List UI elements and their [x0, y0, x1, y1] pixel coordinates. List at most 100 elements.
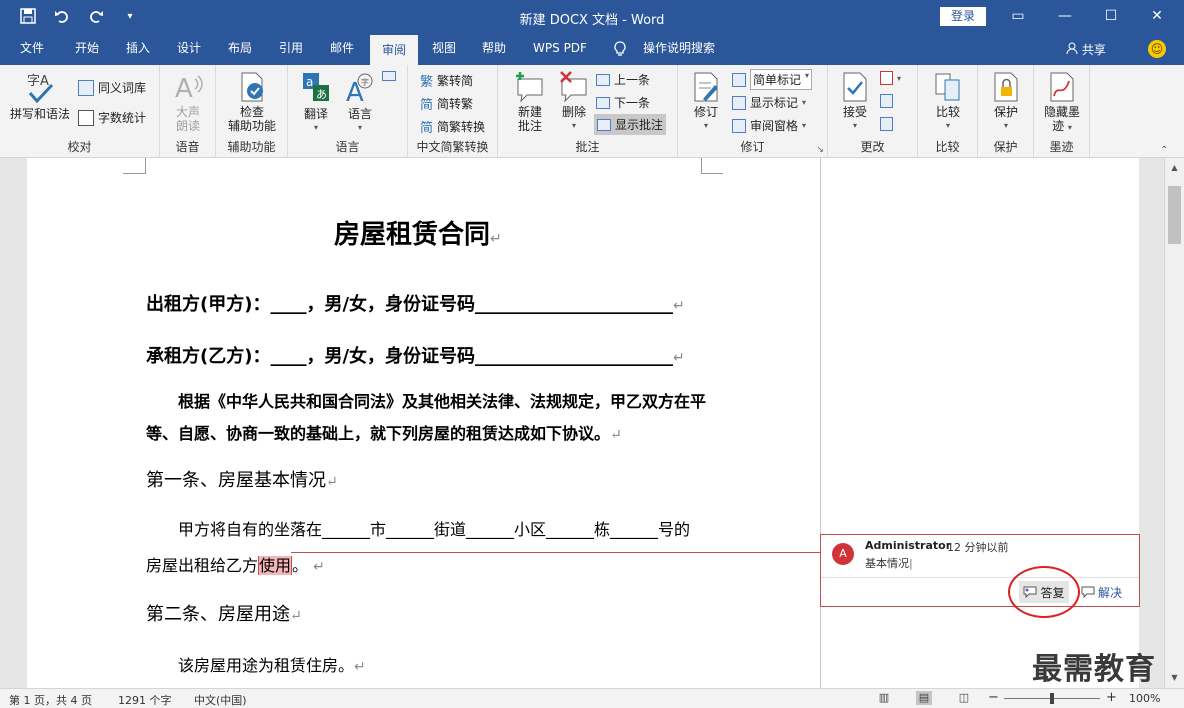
new-comment-button[interactable]: 新建 批注 [508, 71, 552, 133]
tab-view[interactable]: 视图 [420, 33, 468, 65]
tab-wps-pdf[interactable]: WPS PDF [526, 33, 594, 65]
spelling-label: 拼写和语法 [9, 107, 70, 121]
scroll-down-arrow-icon[interactable]: ▼ [1165, 670, 1184, 686]
close-icon[interactable]: ✕ [1147, 6, 1167, 26]
zoom-out-button[interactable]: − [988, 690, 999, 705]
zoom-slider-knob[interactable] [1050, 693, 1054, 704]
document-page[interactable]: 房屋租赁合同↵ 出租方(甲方)：____，男/女，身份证号码__________… [27, 158, 1139, 688]
group-label-comments: 批注 [575, 140, 600, 154]
resolve-button[interactable]: 解决 [1081, 581, 1122, 603]
section-2-line-1[interactable]: 该房屋用途为租赁住房。↵ [178, 652, 366, 676]
thesaurus-icon [78, 79, 94, 96]
word-count-button[interactable]: 字数统计 [78, 109, 146, 126]
tab-mailings[interactable]: 邮件 [318, 33, 366, 65]
trad-to-simp-button[interactable]: 繁繁转简 [420, 71, 473, 90]
hide-ink-button[interactable]: 隐藏墨 迹 ▾ [1038, 71, 1086, 135]
zoom-in-button[interactable]: + [1106, 690, 1117, 705]
next-comment-button[interactable]: 下一条 [596, 94, 650, 111]
lock-icon [994, 72, 1018, 102]
crop-mark-left [123, 158, 146, 174]
word-count[interactable]: 1291 个字 [118, 692, 172, 708]
tab-home[interactable]: 开始 [63, 33, 111, 65]
markup-icon [732, 72, 746, 87]
scroll-thumb[interactable] [1168, 186, 1181, 244]
reject-change-button[interactable]: ▾ [880, 71, 901, 85]
accept-button[interactable]: 接受 ▾ [834, 71, 876, 133]
minimize-icon[interactable]: — [1055, 6, 1075, 26]
intro-line-2[interactable]: 等、自愿、协商一致的基础上，就下列房屋的租赁达成如下协议。↵ [146, 420, 622, 444]
compare-button[interactable]: 比较 ▾ [926, 71, 970, 133]
document-title[interactable]: 房屋租赁合同↵ [334, 214, 502, 251]
read-mode-icon[interactable]: ▥ [876, 691, 892, 705]
language-status[interactable]: 中文(中国) [194, 692, 247, 708]
comment-time: 12 分钟以前 [947, 541, 1009, 554]
lightbulb-icon[interactable] [610, 33, 630, 65]
reviewing-pane-button[interactable]: 审阅窗格 ▾ [732, 117, 806, 134]
lessor-line[interactable]: 出租方(甲方)：____，男/女，身份证号码__________________… [146, 290, 685, 316]
next-change-button[interactable] [880, 117, 893, 131]
tab-references[interactable]: 引用 [267, 33, 315, 65]
tab-review[interactable]: 审阅 [370, 33, 418, 65]
page-count[interactable]: 第 1 页，共 4 页 [9, 692, 92, 708]
read-aloud-button[interactable]: A 大声 朗读 [166, 71, 210, 133]
previous-comment-button[interactable]: 上一条 [596, 71, 650, 88]
group-chinese-conversion: 繁繁转简 简简转繁 简简繁转换 中文简繁转换 [408, 65, 498, 158]
tab-file[interactable]: 文件 [8, 33, 56, 65]
previous-change-button[interactable] [880, 94, 893, 108]
tab-insert[interactable]: 插入 [114, 33, 162, 65]
comment-card[interactable]: A Administrator 12 分钟以前 基本情况| 答复 解决 [820, 534, 1140, 607]
maximize-icon[interactable]: ☐ [1101, 6, 1121, 26]
thesaurus-button[interactable]: 同义词库 [78, 79, 146, 96]
comment-text-value: 基本情况 [865, 557, 909, 570]
check-accessibility-button[interactable]: 检查 辅助功能 [222, 71, 282, 133]
commented-text-highlight[interactable]: 使用 [258, 556, 293, 575]
ribbon-review: 字A 拼写和语法 同义词库 字数统计 校对 A 大声 朗读 语音 检查 辅助功能… [0, 65, 1184, 158]
spelling-grammar-button[interactable]: 字A 拼写和语法 [8, 71, 72, 121]
tracking-dialog-launcher-icon[interactable]: ↘ [816, 145, 824, 155]
language-extra-icon[interactable] [382, 71, 396, 81]
section-1-line-1[interactable]: 甲方将自有的坐落在______市______街道______小区______栋_… [178, 516, 690, 540]
hide-ink-label-2: 迹 [1052, 119, 1065, 133]
comment-text[interactable]: 基本情况| [865, 555, 913, 571]
ribbon-display-options-icon[interactable]: ▭ [1008, 6, 1028, 26]
intro-line-1[interactable]: 根据《中华人民共和国合同法》及其他相关法律、法规规定，甲乙双方在平 [178, 388, 706, 412]
feedback-smiley-icon[interactable]: ☺ [1148, 40, 1166, 58]
track-changes-button[interactable]: 修订 ▾ [684, 71, 728, 133]
tell-me-search[interactable]: 操作说明搜索 [638, 33, 720, 65]
markup-select[interactable]: 简单标记 ▾ [732, 69, 813, 90]
section-1-heading[interactable]: 第一条、房屋基本情况↵ [146, 466, 338, 492]
accessibility-check-icon [241, 72, 263, 102]
print-layout-icon[interactable]: ▤ [916, 691, 932, 705]
translate-label: 翻译 [303, 107, 328, 121]
resolve-icon [1081, 586, 1095, 598]
intro-line-2-text: 等、自愿、协商一致的基础上，就下列房屋的租赁达成如下协议。 [146, 424, 611, 443]
simp-to-trad-button[interactable]: 简简转繁 [420, 94, 473, 113]
section-1-line-2[interactable]: 房屋出租给乙方使用。 ↵ [146, 552, 325, 576]
tab-help[interactable]: 帮助 [470, 33, 518, 65]
language-button[interactable]: A字 语言 ▾ [338, 71, 382, 135]
protect-dropdown-icon: ▾ [1003, 121, 1008, 130]
zoom-slider[interactable] [1004, 693, 1100, 704]
group-accessibility: 检查 辅助功能 辅助功能 [216, 65, 288, 158]
login-button[interactable]: 登录 [940, 7, 986, 26]
delete-comment-button[interactable]: 删除 ▾ [552, 71, 596, 133]
protect-label: 保护 [993, 105, 1018, 119]
zoom-level[interactable]: 100% [1129, 692, 1160, 705]
new-comment-icon [516, 72, 543, 103]
paragraph-mark: ↵ [610, 427, 622, 443]
lessee-line[interactable]: 承租方(乙方)：____，男/女，身份证号码__________________… [146, 342, 685, 368]
protect-button[interactable]: 保护 ▾ [984, 71, 1028, 133]
show-markup-button[interactable]: 显示标记 ▾ [732, 94, 806, 111]
translate-button[interactable]: aあ 翻译 ▾ [294, 71, 338, 135]
tab-layout[interactable]: 布局 [216, 33, 264, 65]
scroll-up-arrow-icon[interactable]: ▲ [1165, 160, 1184, 176]
section-2-heading[interactable]: 第二条、房屋用途↵ [146, 600, 302, 626]
web-layout-icon[interactable]: ◫ [956, 691, 972, 705]
collapse-ribbon-icon[interactable]: ⌃ [1160, 145, 1168, 156]
convert-button[interactable]: 简简繁转换 [420, 117, 485, 136]
show-comments-button[interactable]: 显示批注 [594, 114, 667, 135]
new-comment-label-2: 批注 [517, 119, 542, 133]
tab-design[interactable]: 设计 [165, 33, 213, 65]
vertical-scrollbar[interactable]: ▲ ▼ [1164, 158, 1184, 688]
share-button[interactable]: 共享 [1066, 41, 1106, 58]
